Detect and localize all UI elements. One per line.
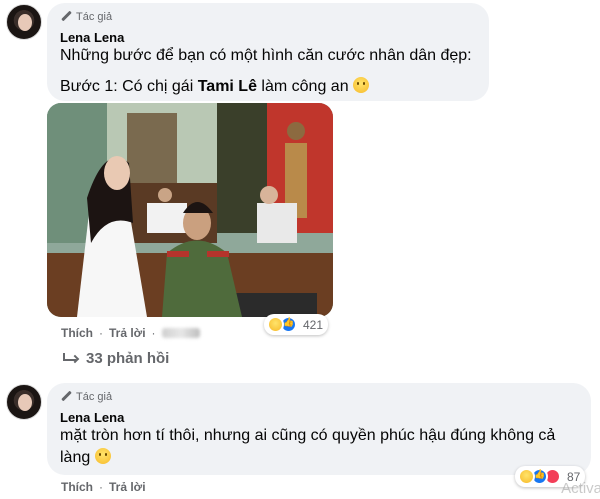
comment-author[interactable]: Lena Lena xyxy=(60,410,124,425)
reply-arrow-icon xyxy=(62,352,80,365)
separator: · xyxy=(99,326,103,340)
laughing-tears-emoji-icon xyxy=(353,77,370,93)
author-badge-label: Tác giả xyxy=(76,391,113,403)
comment-author[interactable]: Lena Lena xyxy=(60,30,124,45)
haha-reaction-icon xyxy=(267,316,284,333)
comment-text: mặt tròn hơn tí thôi, nhưng ai cũng có q… xyxy=(60,425,580,469)
author-badge: Tác giả xyxy=(60,11,112,23)
mentioned-name[interactable]: Tami Lê xyxy=(198,78,257,95)
comment-text-prefix: Bước 1: Có chị gái xyxy=(60,78,198,95)
author-badge-label: Tác giả xyxy=(76,11,113,23)
like-link[interactable]: Thích xyxy=(61,326,93,340)
separator: · xyxy=(151,326,156,340)
attached-photo[interactable] xyxy=(47,103,333,317)
avatar[interactable] xyxy=(6,384,42,420)
haha-reaction-icon xyxy=(518,468,535,485)
reaction-count: 421 xyxy=(303,317,324,332)
avatar[interactable] xyxy=(6,4,42,40)
reply-link[interactable]: Trả lời xyxy=(109,326,146,340)
reply-link[interactable]: Trả lời xyxy=(109,480,146,494)
pen-icon xyxy=(60,11,72,23)
comment-bubble: Tác giả Lena Lena mặt tròn hơn tí thôi, … xyxy=(47,383,591,475)
comment-actions: Thích · Trả lời · xyxy=(61,326,200,340)
comment-bubble: Tác giả Lena Lena Những bước để bạn có m… xyxy=(47,3,489,101)
grin-emoji-icon xyxy=(94,448,111,464)
reaction-summary[interactable]: 421 xyxy=(264,314,329,335)
comment-actions: Thích · Trả lời xyxy=(61,480,146,494)
view-replies-link[interactable]: 33 phản hồi xyxy=(62,350,169,367)
watermark-text: Activa xyxy=(561,480,600,497)
comment-text-line2: Bước 1: Có chị gái Tami Lê làm công an xyxy=(60,76,370,98)
replies-count-label: 33 phản hồi xyxy=(86,350,170,367)
separator: · xyxy=(99,480,103,494)
comment-text-suffix: làm công an xyxy=(256,78,354,95)
timestamp-redacted xyxy=(161,328,200,338)
comment-text-body: mặt tròn hơn tí thôi, nhưng ai cũng có q… xyxy=(60,427,556,466)
photo-image xyxy=(47,103,333,317)
author-badge: Tác giả xyxy=(60,391,112,403)
like-link[interactable]: Thích xyxy=(61,480,93,494)
comment-text-line1: Những bước để bạn có một hình căn cước n… xyxy=(60,47,472,64)
pen-icon xyxy=(60,391,72,403)
